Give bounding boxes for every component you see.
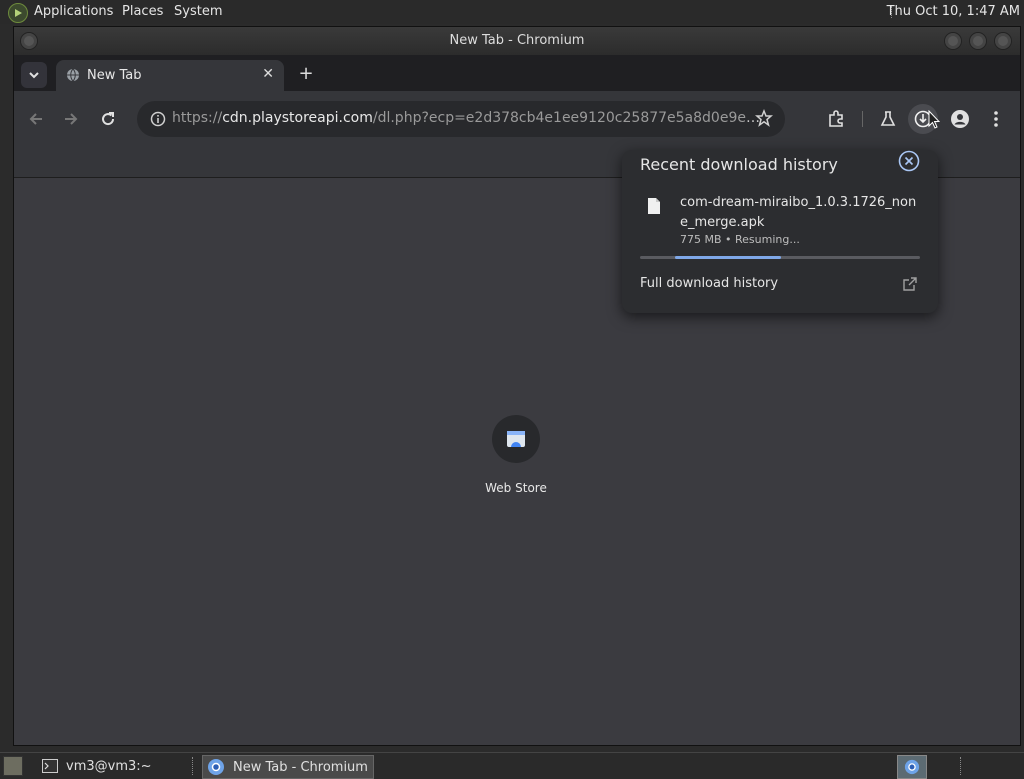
show-desktop-icon[interactable] (3, 756, 23, 776)
download-progress-fill (675, 256, 782, 259)
chevron-down-icon (29, 72, 39, 79)
reload-button[interactable] (96, 107, 120, 131)
taskbar-item-terminal[interactable]: vm3@vm3:~ (36, 755, 158, 777)
full-download-history-link[interactable]: Full download history (640, 276, 778, 291)
url-text[interactable]: https://cdn.playstoreapi.com/dl.php?ecp=… (172, 110, 762, 126)
window-titlebar[interactable]: New Tab - Chromium (14, 27, 1020, 55)
back-button[interactable] (24, 107, 48, 131)
tray-chromium-icon[interactable] (897, 755, 927, 779)
person-icon (951, 110, 969, 128)
chromium-icon (208, 759, 224, 775)
download-status: 775 MB • Resuming... (680, 233, 800, 246)
address-bar[interactable]: https://cdn.playstoreapi.com/dl.php?ecp=… (137, 101, 785, 137)
menu-places[interactable]: Places (122, 4, 163, 19)
globe-icon (66, 68, 80, 86)
toolbar-separator (862, 111, 863, 127)
arrow-left-icon (29, 113, 42, 125)
close-window-button[interactable] (994, 32, 1012, 50)
open-external-icon[interactable] (902, 276, 918, 296)
url-scheme: https:// (172, 110, 223, 126)
shortcut-label: Web Store (485, 481, 547, 495)
download-bubble: Recent download history com-dream-miraib… (622, 150, 938, 313)
download-file-name[interactable]: com-dream-miraibo_1.0.3.1726_none_merge.… (680, 193, 920, 233)
puzzle-icon (829, 110, 843, 127)
browser-toolbar: https://cdn.playstoreapi.com/dl.php?ecp=… (14, 91, 1020, 147)
taskbar-item-label: New Tab - Chromium (233, 759, 368, 775)
window-title: New Tab - Chromium (449, 33, 585, 48)
top-panel: Applications Places System Thu Oct 10, 1… (0, 0, 1024, 24)
profile-button[interactable] (948, 107, 972, 131)
menu-button[interactable] (984, 107, 1008, 131)
close-bubble-button[interactable] (898, 150, 920, 172)
taskbar-item-label: vm3@vm3:~ (66, 758, 152, 774)
tab-new-tab[interactable]: New Tab ✕ (56, 60, 284, 91)
window-menu-button[interactable] (20, 32, 38, 50)
taskbar-separator (192, 757, 193, 775)
minimize-button[interactable] (944, 32, 962, 50)
bookmark-star-icon[interactable] (755, 108, 773, 131)
new-tab-button[interactable]: + (296, 63, 316, 84)
arrow-right-icon (65, 113, 78, 125)
shortcut-web-store[interactable]: Web Store (470, 415, 562, 495)
close-icon (898, 150, 920, 172)
url-host: cdn.playstoreapi.com (222, 110, 373, 126)
menu-system[interactable]: System (174, 4, 222, 19)
mouse-cursor-icon (928, 109, 941, 134)
taskbar-separator (960, 757, 961, 775)
os-logo-icon[interactable] (8, 3, 28, 23)
tab-search-button[interactable] (21, 62, 47, 88)
maximize-button[interactable] (969, 32, 987, 50)
download-bubble-heading: Recent download history (640, 155, 838, 174)
tab-close-icon[interactable]: ✕ (262, 66, 274, 82)
flask-icon (880, 111, 896, 126)
taskbar-item-chromium[interactable]: New Tab - Chromium (202, 755, 374, 779)
reload-icon (102, 112, 115, 126)
url-path: /dl.php?ecp=e2d378cb4e1ee9120c25877e5a8d… (372, 110, 762, 126)
site-info-icon[interactable] (150, 111, 166, 131)
tab-strip: New Tab ✕ + (14, 55, 1020, 91)
clock[interactable]: Thu Oct 10, 1:47 AM (887, 4, 1020, 19)
labs-button[interactable] (876, 107, 900, 131)
download-progress-bar (640, 256, 920, 259)
web-store-icon (492, 415, 540, 463)
more-vert-icon (994, 111, 998, 127)
file-icon (647, 197, 661, 219)
tab-title: New Tab (87, 68, 142, 83)
extensions-button[interactable] (824, 107, 848, 131)
forward-button[interactable] (59, 107, 83, 131)
taskbar: vm3@vm3:~ New Tab - Chromium (0, 752, 1024, 779)
terminal-icon (42, 759, 58, 773)
menu-applications[interactable]: Applications (34, 4, 113, 19)
browser-window: New Tab - Chromium New Tab ✕ + https://c… (13, 26, 1021, 746)
